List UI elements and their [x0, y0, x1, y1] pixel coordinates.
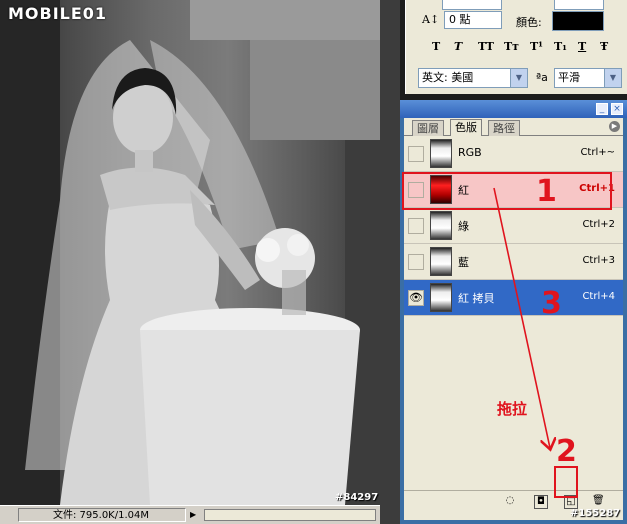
language-value: 英文: 美國 [422, 71, 474, 84]
wedding-photo [0, 0, 380, 505]
antialias-value: 平滑 [558, 71, 580, 84]
char-row-language: 英文: 美國 ▼ ªa 平滑 ▼ [406, 68, 627, 90]
channel-thumbnail [430, 211, 452, 240]
trash-icon[interactable]: 🗑 [592, 495, 605, 507]
panel-tabs: 圖層 色版 路徑 ▶ [404, 118, 623, 136]
step1-number: 1 [536, 174, 557, 209]
minimize-icon[interactable]: _ [596, 103, 608, 115]
visibility-toggle[interactable] [408, 218, 424, 234]
antialias-select[interactable]: 平滑 ▼ [554, 68, 622, 88]
chevron-down-icon: ▼ [604, 69, 621, 87]
channels-window: _ × 圖層 色版 路徑 ▶ RGB Ctrl+~ 紅 Ctrl+1 綠 Ctr… [400, 100, 627, 524]
char-style-buttons: T T TT Tт T¹ T₁ T Ŧ [406, 40, 627, 62]
image-canvas[interactable]: MOBILE01 #84297 [0, 0, 380, 505]
channel-shortcut: Ctrl+4 [582, 291, 615, 302]
strikethrough-button[interactable]: Ŧ [600, 40, 608, 53]
antialias-icon: ªa [536, 71, 548, 84]
tab-layers[interactable]: 圖層 [412, 120, 444, 136]
language-select[interactable]: 英文: 美國 ▼ [418, 68, 528, 88]
workspace-gap [380, 0, 400, 524]
channel-shortcut: Ctrl+~ [580, 147, 615, 158]
channel-row-rgb[interactable]: RGB Ctrl+~ [404, 136, 623, 172]
mobile01-logo: MOBILE01 [8, 4, 108, 23]
horizontal-scrollbar[interactable] [204, 509, 376, 521]
step2-number: 2 [556, 434, 577, 469]
character-panel: A↕ 0 點 顏色: T T TT Tт T¹ T₁ T Ŧ 英文: 美國 ▼ … [405, 0, 627, 94]
doc-size-field: 文件: 795.0K/1.04M [18, 508, 186, 522]
tab-paths[interactable]: 路徑 [488, 120, 520, 136]
channel-thumbnail [430, 139, 452, 168]
faux-bold-button[interactable]: T [432, 40, 440, 53]
visibility-toggle[interactable] [408, 254, 424, 270]
superscript-button[interactable]: T¹ [530, 40, 543, 53]
color-label: 顏色: [516, 16, 542, 29]
save-selection-icon[interactable]: ◘ [534, 495, 548, 509]
small-caps-button[interactable]: Tт [504, 40, 519, 53]
status-arrow-icon[interactable]: ▶ [190, 509, 200, 521]
step3-number: 3 [541, 286, 562, 321]
leading-icon: A↕ [422, 13, 440, 26]
panel-menu-icon[interactable]: ▶ [609, 121, 620, 132]
subscript-button[interactable]: T₁ [554, 40, 567, 53]
tracking-field[interactable] [554, 0, 604, 10]
faux-italic-button[interactable]: T [454, 40, 462, 53]
tab-channels[interactable]: 色版 [450, 119, 482, 136]
load-selection-icon[interactable]: ◌ [504, 495, 516, 507]
channel-row-red-copy[interactable]: 👁 紅 拷貝 Ctrl+4 [404, 280, 623, 316]
status-bar: 文件: 795.0K/1.04M ▶ [0, 505, 380, 524]
chevron-down-icon: ▼ [510, 69, 527, 87]
channel-name: RGB [458, 146, 482, 159]
color-swatch[interactable] [552, 11, 604, 31]
char-row-leading: A↕ 0 點 顏色: [406, 11, 627, 33]
channel-row-green[interactable]: 綠 Ctrl+2 [404, 208, 623, 244]
underline-button[interactable]: T [578, 40, 586, 53]
channel-thumbnail [430, 247, 452, 276]
channel-name: 綠 [458, 220, 469, 233]
channels-titlebar[interactable]: _ × [400, 100, 627, 118]
channel-name: 藍 [458, 256, 469, 269]
close-icon[interactable]: × [611, 103, 623, 115]
drag-label: 拖拉 [497, 400, 528, 418]
photo-watermark: #84297 [335, 492, 379, 503]
channel-row-blue[interactable]: 藍 Ctrl+3 [404, 244, 623, 280]
channel-shortcut: Ctrl+2 [582, 219, 615, 230]
channel-shortcut: Ctrl+3 [582, 255, 615, 266]
eye-icon[interactable]: 👁 [408, 290, 424, 306]
visibility-toggle[interactable] [408, 146, 424, 162]
leading-field[interactable]: 0 點 [444, 11, 502, 29]
step2-highlight-box [554, 466, 578, 498]
all-caps-button[interactable]: TT [478, 40, 494, 53]
channel-thumbnail [430, 283, 452, 312]
step1-highlight-box [402, 172, 612, 210]
watermark-id: #155287 [570, 508, 621, 519]
channel-name: 紅 拷貝 [458, 292, 495, 305]
font-size-field[interactable] [442, 0, 502, 10]
